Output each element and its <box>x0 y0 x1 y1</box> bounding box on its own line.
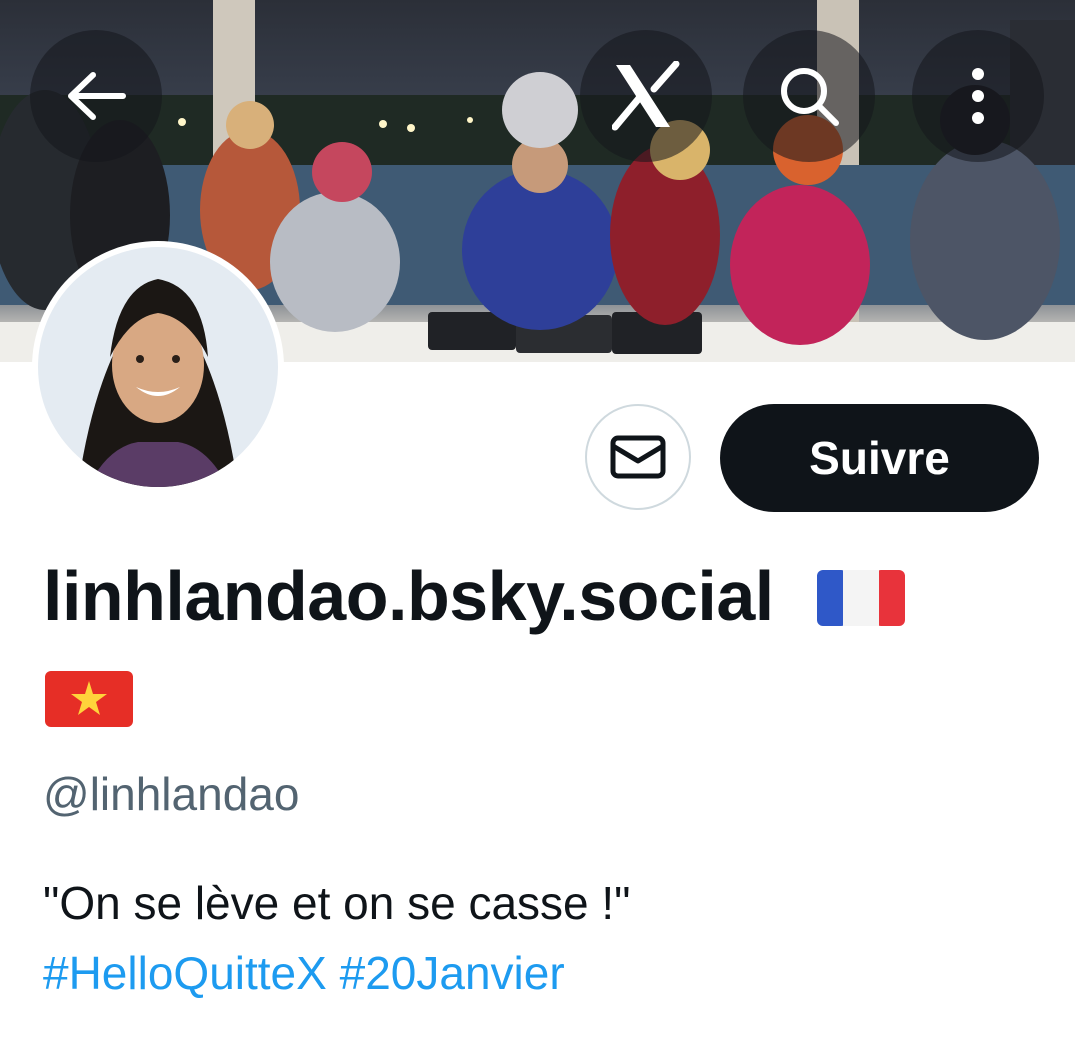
x-logo-button[interactable] <box>580 30 712 162</box>
search-icon <box>781 68 839 126</box>
bio-text: "On se lève et on se casse !" <box>43 877 631 929</box>
user-handle: @linhlandao <box>43 768 300 820</box>
more-vertical-icon <box>972 68 984 124</box>
hashtag-link[interactable]: #HelloQuitteX <box>43 947 327 999</box>
follow-button[interactable]: Suivre <box>720 404 1039 512</box>
avatar[interactable] <box>32 241 284 493</box>
search-button[interactable] <box>743 30 875 162</box>
display-name: linhlandao.bsky.social <box>43 548 1053 742</box>
hashtag-link[interactable]: #20Janvier <box>340 947 565 999</box>
x-logo-icon <box>612 61 680 131</box>
display-name-text: linhlandao.bsky.social <box>43 557 774 635</box>
vietnam-flag-icon <box>45 670 133 727</box>
message-button[interactable] <box>585 404 691 510</box>
france-flag-icon <box>816 569 905 626</box>
arrow-left-icon <box>68 72 126 120</box>
avatar-image <box>38 247 278 487</box>
bio-hashtags: #HelloQuitteX #20Janvier <box>43 938 1043 1008</box>
envelope-icon <box>610 435 666 479</box>
more-options-button[interactable] <box>912 30 1044 162</box>
back-button[interactable] <box>30 30 162 162</box>
profile-bio: "On se lève et on se casse !" #HelloQuit… <box>43 868 1043 1008</box>
